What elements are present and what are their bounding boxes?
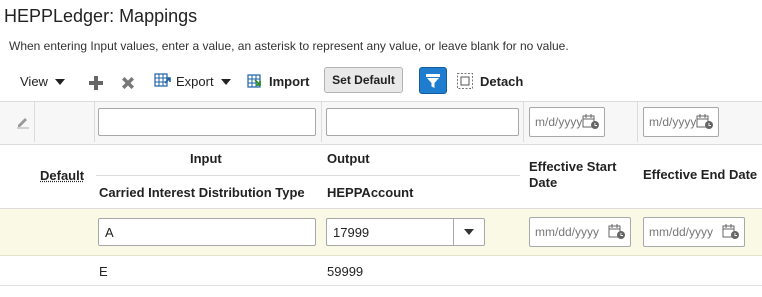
input-cell-value: A <box>105 224 114 240</box>
start-date-filter-placeholder: m/d/yyyy <box>535 115 583 129</box>
instructions-text: When entering Input values, enter a valu… <box>9 39 569 53</box>
start-date-filter[interactable]: m/d/yyyy <box>529 107 605 137</box>
export-label: Export <box>176 73 214 89</box>
chevron-down-icon <box>464 229 474 235</box>
chevron-down-icon <box>220 79 231 85</box>
set-default-button[interactable]: Set Default <box>324 67 403 93</box>
delete-row-button[interactable] <box>120 70 136 96</box>
output-cell-value[interactable]: 59999 <box>327 264 363 279</box>
output-filter-field[interactable] <box>326 108 519 136</box>
row-divider <box>0 285 762 286</box>
column-group-output: Output <box>327 151 370 166</box>
column-divider <box>34 102 35 142</box>
plus-icon <box>89 76 103 90</box>
page-title: HEPPLedger: Mappings <box>4 6 198 26</box>
column-header-input[interactable]: Carried Interest Distribution Type <box>99 185 305 200</box>
column-header-end-date[interactable]: Effective End Date <box>643 167 757 182</box>
output-select-value: 17999 <box>333 224 370 240</box>
end-date-input[interactable]: mm/dd/yyyy <box>643 217 745 247</box>
end-date-placeholder: mm/dd/yyyy <box>649 225 714 239</box>
column-divider <box>637 102 638 142</box>
start-date-input[interactable]: mm/dd/yyyy <box>529 217 631 247</box>
end-date-filter-placeholder: m/d/yyyy <box>649 115 697 129</box>
add-row-button[interactable] <box>88 70 104 96</box>
column-header-default[interactable]: Default <box>40 168 84 183</box>
column-group-input: Input <box>190 151 222 166</box>
query-by-example-button[interactable] <box>419 67 447 94</box>
detach-icon <box>457 73 473 89</box>
chevron-down-icon <box>54 79 65 85</box>
column-divider <box>523 102 524 142</box>
start-date-placeholder: mm/dd/yyyy <box>535 225 600 239</box>
clear-filter-icon[interactable] <box>16 115 30 134</box>
view-menu[interactable]: View <box>20 68 65 94</box>
input-filter-field[interactable] <box>98 108 316 136</box>
end-date-filter[interactable]: m/d/yyyy <box>643 107 719 137</box>
input-cell-field[interactable]: A <box>98 218 316 246</box>
calendar-icon[interactable] <box>582 114 600 130</box>
detach-button[interactable]: Detach <box>456 68 523 94</box>
view-menu-label: View <box>20 73 48 89</box>
column-divider <box>94 102 95 142</box>
calendar-icon[interactable] <box>722 224 740 240</box>
filter-icon <box>426 73 440 88</box>
import-label: Import <box>269 73 310 89</box>
import-icon <box>247 74 261 88</box>
detach-label: Detach <box>480 73 524 89</box>
column-divider <box>321 102 322 142</box>
output-dropdown-button[interactable] <box>453 219 484 245</box>
close-icon <box>122 77 134 89</box>
calendar-icon[interactable] <box>696 114 714 130</box>
output-select[interactable]: 17999 <box>326 218 485 246</box>
header-divider <box>96 175 520 176</box>
input-cell-value[interactable]: E <box>99 264 108 279</box>
calendar-icon[interactable] <box>608 224 626 240</box>
column-header-output[interactable]: HEPPAccount <box>327 185 413 200</box>
import-button[interactable]: Import <box>246 68 309 94</box>
export-menu[interactable]: Export <box>154 68 231 94</box>
column-header-start-date[interactable]: Effective Start Date <box>529 159 629 191</box>
export-icon <box>154 73 171 87</box>
